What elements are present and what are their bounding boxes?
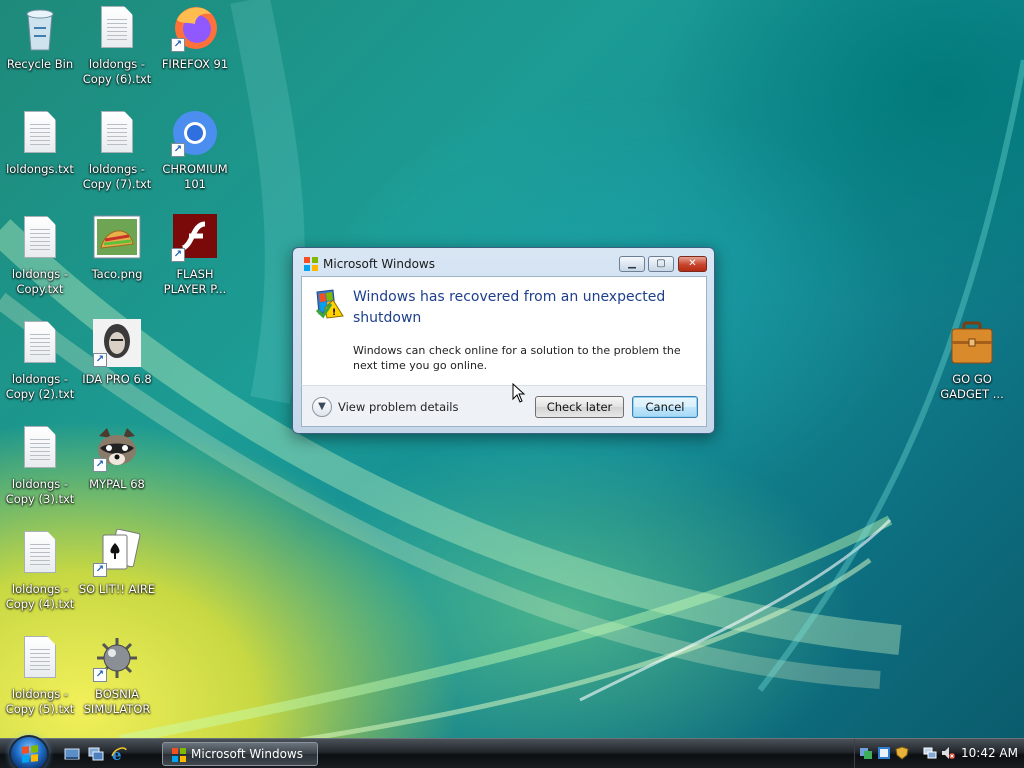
- firefox-icon: ↗: [171, 4, 219, 52]
- shortcut-arrow-icon: ↗: [93, 353, 107, 367]
- dialog-footer: ▼ View problem details Check later Cance…: [301, 385, 707, 427]
- desktop-icon-label: loldongs - Copy (5).txt: [5, 687, 75, 716]
- ida-pro-icon: ↗: [93, 319, 141, 367]
- text-file-icon: [16, 634, 64, 682]
- windows-shield-icon: [304, 257, 318, 271]
- desktop-icon-go-go-gadget[interactable]: GO GO GADGET ...: [932, 317, 1012, 417]
- check-later-button[interactable]: Check later: [535, 396, 624, 418]
- security-center-icon[interactable]: [895, 746, 909, 760]
- cancel-button[interactable]: Cancel: [632, 396, 698, 418]
- maximize-icon: ▢: [656, 258, 666, 269]
- desktop-icon-label: loldongs - Copy (7).txt: [82, 162, 152, 191]
- desktop-icon-label: loldongs - Copy.txt: [11, 267, 69, 296]
- taskbar-button-microsoft-windows[interactable]: Microsoft Windows: [162, 742, 318, 766]
- desktop-icon-label: MYPAL 68: [89, 477, 145, 491]
- recycle-bin-icon: [16, 4, 64, 52]
- text-file-icon: [16, 109, 64, 157]
- chevron-down-icon[interactable]: ▼: [312, 397, 332, 417]
- network-icon[interactable]: [923, 746, 937, 760]
- desktop-icon-label: Taco.png: [91, 267, 143, 281]
- sync-icon[interactable]: [859, 746, 873, 760]
- taskbar-button-label: Microsoft Windows: [191, 747, 303, 761]
- windows-update-icon[interactable]: [877, 746, 891, 760]
- desktop-icon-flash-player[interactable]: ↗ FLASH PLAYER P...: [155, 212, 235, 312]
- desktop-icon-loldongs-copy-4-txt[interactable]: loldongs - Copy (4).txt: [0, 527, 80, 627]
- recovery-dialog[interactable]: Microsoft Windows ▁ ▢ ✕ ! Windows has re…: [292, 247, 715, 434]
- shortcut-arrow-icon: ↗: [171, 143, 185, 157]
- dialog-title: Microsoft Windows: [323, 257, 435, 271]
- shortcut-arrow-icon: ↗: [93, 563, 107, 577]
- clock[interactable]: 10:42 AM: [961, 746, 1018, 760]
- desktop-icon-label: loldongs - Copy (3).txt: [5, 477, 75, 506]
- desktop-icon-label: GO GO GADGET ...: [940, 372, 1004, 401]
- dialog-heading: Windows has recovered from an unexpected…: [353, 289, 666, 326]
- shortcut-arrow-icon: ↗: [93, 458, 107, 472]
- minimize-icon: ▁: [628, 258, 636, 269]
- dialog-content: ! Windows has recovered from an unexpect…: [301, 276, 707, 385]
- desktop-icon-label: FIREFOX 91: [161, 57, 229, 71]
- minesweeper-icon: ↗: [93, 634, 141, 682]
- desktop-icon-loldongs-txt[interactable]: loldongs.txt: [0, 107, 80, 207]
- text-file-icon: [16, 529, 64, 577]
- desktop-icon-bosnia-simulator[interactable]: ↗ BOSNIA SIMULATOR: [77, 632, 157, 732]
- shortcut-arrow-icon: ↗: [171, 38, 185, 52]
- system-tray: 10:42 AM: [854, 739, 1024, 768]
- desktop-icon-loldongs-copy-5-txt[interactable]: loldongs - Copy (5).txt: [0, 632, 80, 732]
- desktop-icon-label: loldongs - Copy (2).txt: [5, 372, 75, 401]
- show-desktop-icon[interactable]: [64, 746, 80, 762]
- flash-player-icon: ↗: [171, 214, 219, 262]
- desktop-icon-loldongs-copy-3-txt[interactable]: loldongs - Copy (3).txt: [0, 422, 80, 522]
- desktop-icon-label: CHROMIUM 101: [162, 162, 228, 191]
- desktop-icon-loldongs-copy-6-txt[interactable]: loldongs - Copy (6).txt: [77, 2, 157, 102]
- desktop-icon-taco-png[interactable]: Taco.png: [77, 212, 157, 312]
- desktop-icon-label: SO LIT!! AIRE: [78, 582, 156, 596]
- text-file-icon: [16, 214, 64, 262]
- desktop-icon-label: loldongs.txt: [6, 162, 74, 176]
- maximize-button[interactable]: ▢: [648, 256, 674, 272]
- mypal-icon: ↗: [93, 424, 141, 472]
- desktop-icon-chromium[interactable]: ↗ CHROMIUM 101: [155, 107, 235, 207]
- desktop-icon-recycle-bin[interactable]: Recycle Bin: [0, 2, 80, 102]
- desktop-icon-firefox[interactable]: ↗ FIREFOX 91: [155, 2, 235, 102]
- desktop-icon-ida-pro[interactable]: ↗ IDA PRO 6.8: [77, 317, 157, 417]
- close-icon: ✕: [688, 258, 697, 269]
- desktop-icon-label: FLASH PLAYER P...: [163, 267, 227, 296]
- desktop-icon-loldongs-copy-txt[interactable]: loldongs - Copy.txt: [0, 212, 80, 312]
- minimize-button[interactable]: ▁: [619, 256, 645, 272]
- text-file-icon: [93, 109, 141, 157]
- dialog-titlebar[interactable]: Microsoft Windows ▁ ▢ ✕: [293, 248, 714, 276]
- solitaire-icon: ↗: [93, 528, 141, 577]
- start-button[interactable]: [9, 735, 49, 768]
- briefcase-icon: [948, 319, 996, 367]
- view-problem-details-link[interactable]: View problem details: [338, 400, 459, 414]
- svg-text:!: !: [332, 308, 336, 318]
- desktop-icon-label: loldongs - Copy (4).txt: [5, 582, 75, 611]
- desktop-icon-label: BOSNIA SIMULATOR: [83, 687, 151, 716]
- desktop-icon-loldongs-copy-7-txt[interactable]: loldongs - Copy (7).txt: [77, 107, 157, 207]
- internet-explorer-icon[interactable]: e: [111, 746, 127, 762]
- dialog-body: Windows can check online for a solution …: [353, 344, 681, 372]
- mouse-pointer-icon: [512, 383, 526, 403]
- volume-muted-icon[interactable]: [941, 746, 955, 760]
- shortcut-arrow-icon: ↗: [93, 668, 107, 682]
- desktop-icon-label: loldongs - Copy (6).txt: [82, 57, 152, 86]
- shortcut-arrow-icon: ↗: [171, 248, 185, 262]
- text-file-icon: [16, 424, 64, 472]
- close-button[interactable]: ✕: [678, 256, 707, 272]
- taskbar: e Microsoft Windows 10:42 AM: [0, 735, 1024, 768]
- image-file-icon: [93, 214, 141, 262]
- desktop-icon-solitaire[interactable]: ↗ SO LIT!! AIRE: [77, 527, 157, 627]
- desktop-icon-label: IDA PRO 6.8: [82, 372, 152, 386]
- text-file-icon: [16, 319, 64, 367]
- text-file-icon: [93, 4, 141, 52]
- switch-windows-icon[interactable]: [88, 746, 104, 762]
- chromium-icon: ↗: [171, 109, 219, 157]
- shield-warning-icon: !: [315, 289, 344, 319]
- desktop-icon-mypal[interactable]: ↗ MYPAL 68: [77, 422, 157, 522]
- desktop-icon-loldongs-copy-2-txt[interactable]: loldongs - Copy (2).txt: [0, 317, 80, 417]
- desktop-icon-label: Recycle Bin: [6, 57, 74, 71]
- windows-shield-icon: [172, 748, 186, 762]
